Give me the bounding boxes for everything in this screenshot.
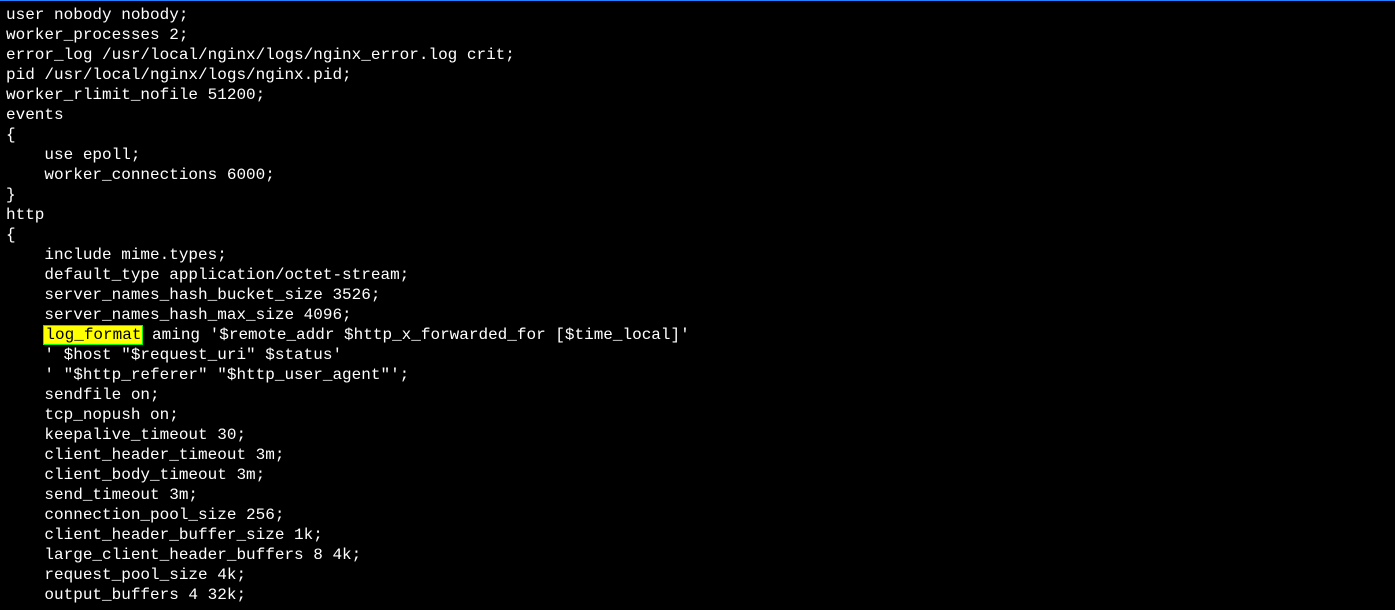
terminal-output[interactable]: user nobody nobody;worker_processes 2;er… (0, 1, 1395, 609)
code-line: } (6, 185, 1389, 205)
code-line: http (6, 205, 1389, 225)
code-line: include mime.types; (6, 245, 1389, 265)
code-line: worker_connections 6000; (6, 165, 1389, 185)
code-line: { (6, 225, 1389, 245)
code-line: worker_processes 2; (6, 25, 1389, 45)
code-line: { (6, 125, 1389, 145)
code-text: aming '$remote_addr $http_x_forwarded_fo… (142, 326, 689, 344)
code-line: sendfile on; (6, 385, 1389, 405)
code-line: user nobody nobody; (6, 5, 1389, 25)
code-line: error_log /usr/local/nginx/logs/nginx_er… (6, 45, 1389, 65)
search-highlight: log_format (44, 326, 142, 344)
code-line: ' $host "$request_uri" $status' (6, 345, 1389, 365)
code-line: use epoll; (6, 145, 1389, 165)
code-line: client_header_buffer_size 1k; (6, 525, 1389, 545)
code-line: events (6, 105, 1389, 125)
code-line: server_names_hash_max_size 4096; (6, 305, 1389, 325)
code-line: server_names_hash_bucket_size 3526; (6, 285, 1389, 305)
code-line: log_format aming '$remote_addr $http_x_f… (6, 325, 1389, 345)
code-line: client_header_timeout 3m; (6, 445, 1389, 465)
code-line: tcp_nopush on; (6, 405, 1389, 425)
code-line: pid /usr/local/nginx/logs/nginx.pid; (6, 65, 1389, 85)
code-line: worker_rlimit_nofile 51200; (6, 85, 1389, 105)
code-line: connection_pool_size 256; (6, 505, 1389, 525)
code-line: client_body_timeout 3m; (6, 465, 1389, 485)
code-line: send_timeout 3m; (6, 485, 1389, 505)
code-line: default_type application/octet-stream; (6, 265, 1389, 285)
code-line: large_client_header_buffers 8 4k; (6, 545, 1389, 565)
code-line: request_pool_size 4k; (6, 565, 1389, 585)
code-line: output_buffers 4 32k; (6, 585, 1389, 605)
code-line: keepalive_timeout 30; (6, 425, 1389, 445)
code-line: ' "$http_referer" "$http_user_agent"'; (6, 365, 1389, 385)
